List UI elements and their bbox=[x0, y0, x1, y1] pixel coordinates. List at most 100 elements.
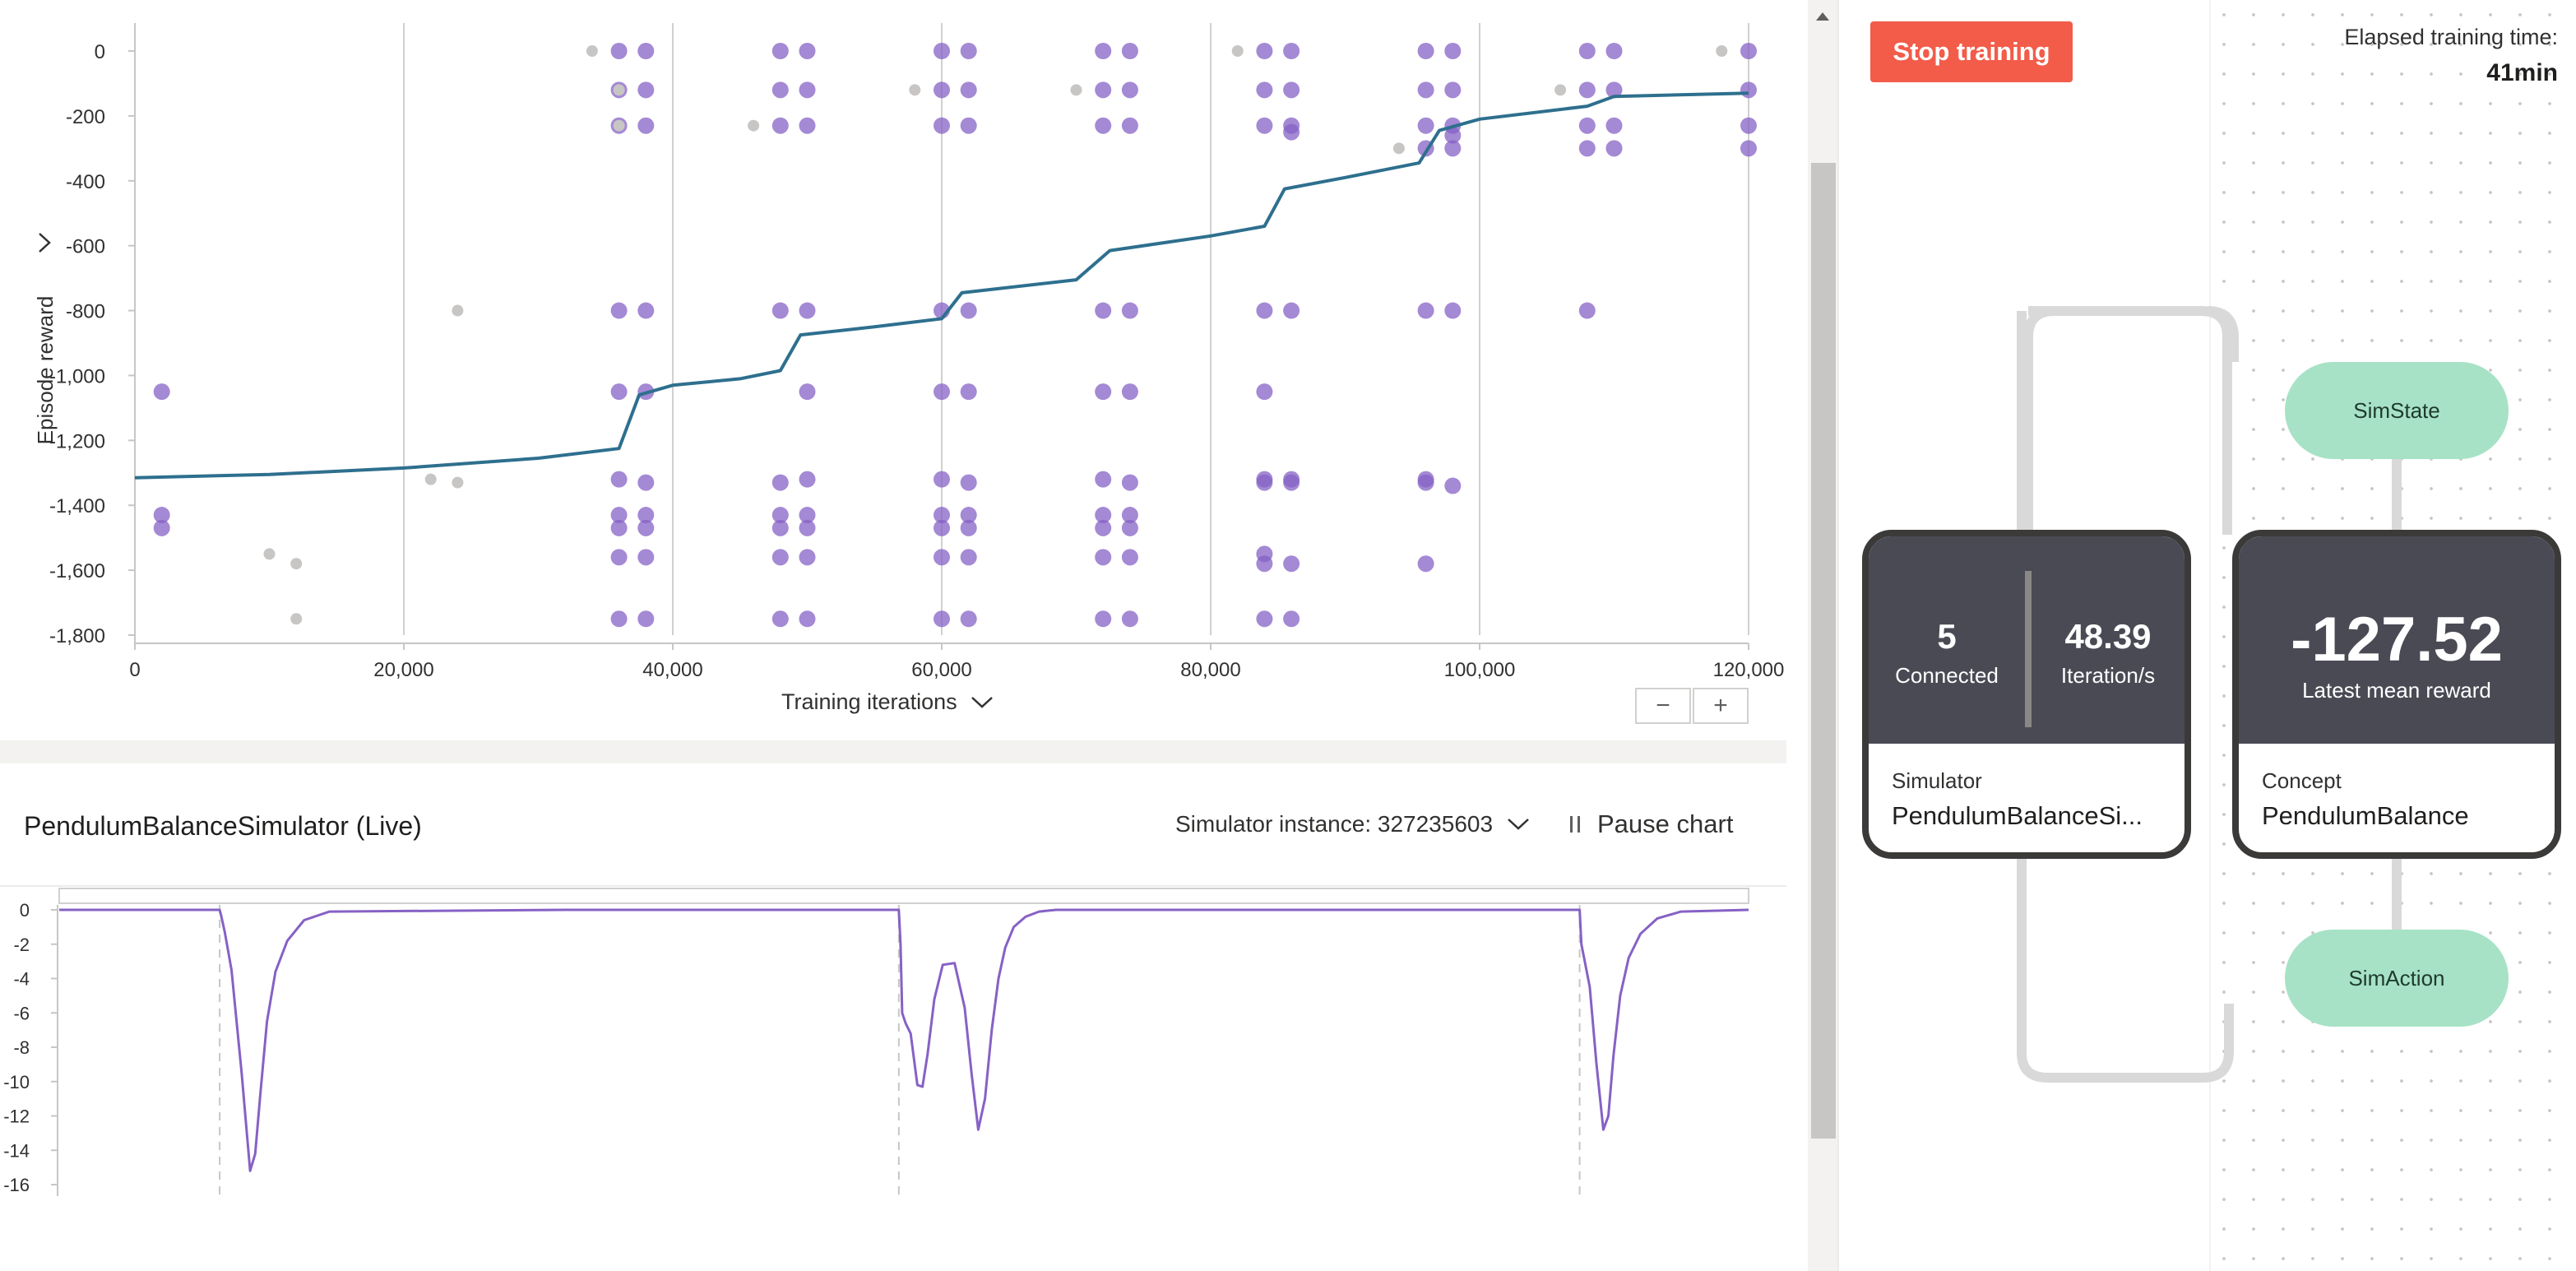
episode-data-point bbox=[610, 519, 628, 536]
pause-chart-button[interactable]: Pause chart bbox=[1569, 809, 1733, 839]
simulator-name: PendulumBalanceSi... bbox=[1892, 801, 2143, 830]
iteration-rate-label: Iteration/s bbox=[2060, 663, 2156, 688]
faded-data-point bbox=[613, 84, 625, 96]
scroll-up-icon[interactable] bbox=[1808, 0, 1837, 33]
simstate-node[interactable]: SimState bbox=[2285, 362, 2509, 459]
episode-data-point bbox=[1740, 117, 1757, 134]
simulator-node[interactable]: 5 Connected 48.39 Iteration/s Simulator … bbox=[1862, 530, 2191, 859]
node-type-label: Concept bbox=[2262, 768, 2342, 793]
episode-data-point bbox=[1121, 610, 1138, 628]
episode-data-point bbox=[1095, 383, 1112, 401]
episode-data-point bbox=[934, 117, 950, 134]
faded-data-point bbox=[1716, 45, 1728, 57]
episode-data-point bbox=[610, 610, 628, 628]
y-tick-label: -12 bbox=[3, 1106, 30, 1127]
concept-name: PendulumBalance bbox=[2262, 801, 2469, 830]
y-tick-label: -10 bbox=[3, 1072, 30, 1092]
episode-data-point bbox=[1256, 555, 1273, 573]
episode-data-point bbox=[1256, 43, 1273, 59]
episode-data-point bbox=[1256, 474, 1273, 491]
concept-node[interactable]: -127.52 Latest mean reward Concept Pendu… bbox=[2232, 530, 2561, 859]
episode-data-point bbox=[1740, 140, 1757, 157]
episode-reward-chart: 0-200-400-600-800-1,000-1,200-1,400-1,60… bbox=[49, 23, 1784, 681]
episode-data-point bbox=[637, 610, 655, 628]
connected-label: Connected bbox=[1895, 663, 1999, 688]
zoom-out-button[interactable]: − bbox=[1635, 688, 1691, 724]
episode-data-point bbox=[1121, 383, 1138, 401]
episode-data-point bbox=[934, 519, 950, 536]
episode-data-point bbox=[610, 471, 628, 488]
episode-data-point bbox=[960, 117, 977, 134]
x-tick-label: 80,000 bbox=[1180, 659, 1240, 681]
faded-data-point bbox=[290, 613, 303, 625]
y-tick-label: -8 bbox=[13, 1037, 30, 1058]
episode-data-point bbox=[1256, 117, 1273, 134]
simulator-instance-dropdown[interactable]: Simulator instance: 327235603 bbox=[1175, 811, 1531, 837]
episode-data-point bbox=[1417, 555, 1434, 573]
episode-data-point bbox=[153, 383, 170, 401]
episode-data-point bbox=[637, 549, 655, 566]
stat-divider bbox=[2025, 571, 2032, 727]
latest-mean-reward: -127.52 bbox=[2291, 605, 2503, 675]
episode-data-point bbox=[1095, 81, 1112, 99]
x-axis-selector[interactable]: Training iterations bbox=[781, 689, 995, 715]
y-tick-label: -1,800 bbox=[49, 625, 105, 647]
pause-chart-label: Pause chart bbox=[1597, 809, 1734, 838]
ylabel-chevron-icon[interactable] bbox=[30, 229, 58, 257]
y-tick-label: -4 bbox=[13, 969, 30, 990]
episode-data-point bbox=[771, 43, 789, 59]
episode-data-point bbox=[1283, 123, 1300, 141]
concept-node-header: -127.52 Latest mean reward bbox=[2239, 536, 2555, 744]
episode-data-point bbox=[1256, 81, 1273, 99]
y-tick-label: -2 bbox=[13, 935, 30, 955]
episode-data-point bbox=[610, 549, 628, 566]
episode-data-point bbox=[799, 81, 816, 99]
episode-data-point bbox=[771, 117, 789, 134]
episode-data-point bbox=[1256, 302, 1273, 319]
episode-data-point bbox=[1578, 117, 1596, 134]
connected-count: 5 bbox=[1937, 617, 1957, 656]
episode-data-point bbox=[1095, 302, 1112, 319]
y-axis-title-wrap[interactable]: Episode reward bbox=[30, 271, 61, 469]
x-tick-label: 60,000 bbox=[911, 659, 971, 681]
simaction-node[interactable]: SimAction bbox=[2285, 930, 2509, 1027]
episode-data-point bbox=[960, 81, 977, 99]
y-tick-label: -400 bbox=[66, 171, 105, 193]
episode-data-point bbox=[1121, 43, 1138, 59]
zoom-out-label: − bbox=[1656, 692, 1670, 719]
episode-data-point bbox=[1740, 81, 1757, 99]
episode-data-point bbox=[1283, 81, 1300, 99]
chevron-down-icon bbox=[1508, 819, 1529, 830]
episode-data-point bbox=[771, 474, 789, 491]
iteration-rate: 48.39 bbox=[2064, 617, 2152, 656]
episode-data-point bbox=[1095, 471, 1112, 488]
episode-data-point bbox=[934, 383, 950, 401]
episode-data-point bbox=[1121, 117, 1138, 134]
episode-data-point bbox=[1095, 43, 1112, 59]
episode-data-point bbox=[1417, 43, 1434, 59]
episode-data-point bbox=[1417, 81, 1434, 99]
episode-data-point bbox=[934, 81, 950, 99]
episode-data-point bbox=[1283, 302, 1300, 319]
simaction-label: SimAction bbox=[2348, 965, 2445, 990]
episode-data-point bbox=[1417, 302, 1434, 319]
episode-data-point bbox=[934, 471, 950, 488]
zoom-in-button[interactable]: + bbox=[1693, 688, 1749, 724]
scrollbar-thumb[interactable] bbox=[1811, 163, 1836, 1139]
episode-data-point bbox=[799, 43, 816, 59]
stop-training-label: Stop training bbox=[1893, 37, 2050, 66]
elapsed-time-label: Elapsed training time: bbox=[2344, 25, 2558, 49]
y-tick-label: -6 bbox=[13, 1003, 30, 1023]
y-axis-title: Episode reward bbox=[33, 295, 58, 445]
simulator-title: PendulumBalanceSimulator (Live) bbox=[24, 811, 422, 841]
left-pane: 0 -200 -400 -600 -800 -1,000 -1,200 -1,400 -1,60… bbox=[0, 0, 1786, 1271]
episode-data-point bbox=[637, 519, 655, 536]
faded-data-point bbox=[290, 558, 303, 570]
stop-training-button[interactable]: Stop training bbox=[1870, 21, 2073, 82]
zoom-in-label: + bbox=[1713, 692, 1728, 719]
episode-data-point bbox=[1095, 549, 1112, 566]
pause-icon bbox=[1570, 816, 1580, 833]
right-pane: Stop training Elapsed training time: 41m… bbox=[1837, 0, 2576, 1271]
episode-data-point bbox=[1605, 140, 1623, 157]
episode-data-point bbox=[637, 81, 655, 99]
